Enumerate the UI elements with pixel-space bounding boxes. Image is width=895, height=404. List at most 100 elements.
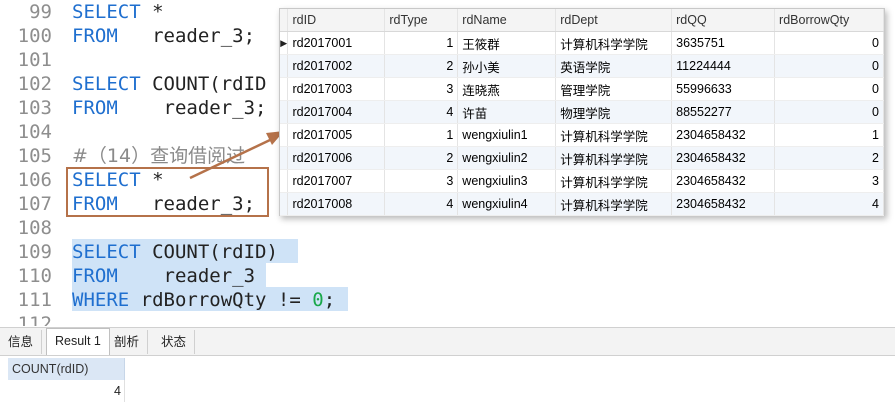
code-line: 110 FROM reader_3 (0, 264, 895, 288)
line-number: 107 (17, 193, 52, 215)
result-pane: COUNT(rdID) 4 (0, 356, 895, 404)
table-cell[interactable]: rd2017001 (287, 31, 386, 55)
table-row[interactable]: rd2017004 4 许苗 物理学院 88552277 0 (280, 100, 884, 124)
column-header[interactable]: rdType (384, 9, 459, 32)
table-cell[interactable]: 2 (774, 146, 884, 170)
row-indicator (280, 192, 289, 216)
line-number: 112 (17, 313, 52, 326)
line-number: 104 (17, 121, 52, 143)
tab-info[interactable]: 信息 (0, 330, 43, 354)
column-header[interactable]: rdBorrowQty (774, 9, 884, 32)
line-number: 101 (17, 49, 52, 71)
table-cell[interactable]: 3635751 (671, 31, 776, 55)
table-cell[interactable]: 物理学院 (555, 100, 673, 124)
table-cell[interactable]: 4 (774, 192, 884, 216)
code-line: 111 WHERE rdBorrowQty != 0; (0, 288, 895, 312)
row-indicator (280, 100, 289, 124)
table-cell[interactable]: wengxiulin2 (457, 146, 557, 170)
table-cell[interactable]: 计算机科学学院 (555, 31, 673, 55)
table-cell[interactable]: rd2017008 (287, 192, 386, 216)
table-cell[interactable]: wengxiulin3 (457, 169, 557, 193)
annotation-box (66, 167, 269, 217)
table-cell[interactable]: 3 (384, 77, 459, 101)
table-cell[interactable]: 88552277 (671, 100, 776, 124)
result-grid: rdID rdType rdName rdDept rdQQ rdBorrowQ… (280, 9, 884, 216)
table-cell[interactable]: 计算机科学学院 (555, 192, 673, 216)
column-header[interactable]: rdDept (555, 9, 673, 32)
code-line: 109 SELECT COUNT(rdID) (0, 240, 895, 264)
table-cell[interactable]: rd2017007 (287, 169, 386, 193)
line-number: 102 (17, 73, 52, 95)
table-cell[interactable]: rd2017006 (287, 146, 386, 170)
code-text: COUNT(rdID) (140, 241, 278, 263)
table-cell[interactable]: 2304658432 (671, 123, 776, 147)
table-row[interactable]: ▶ rd2017001 1 王筱群 计算机科学学院 3635751 0 (280, 31, 884, 55)
tab-status[interactable]: 状态 (153, 330, 196, 354)
table-row[interactable]: rd2017008 4 wengxiulin4 计算机科学学院 23046584… (280, 192, 884, 216)
tab-result-1[interactable]: Result 1 (46, 328, 110, 355)
column-header[interactable]: rdID (287, 9, 386, 32)
table-cell[interactable]: rd2017002 (287, 54, 386, 78)
table-cell[interactable]: rd2017004 (287, 100, 386, 124)
table-cell[interactable]: 2 (384, 54, 459, 78)
line-number: 111 (17, 289, 52, 311)
row-indicator (280, 77, 289, 101)
tab-profile[interactable]: 剖析 (106, 330, 149, 354)
table-cell[interactable]: 55996633 (671, 77, 776, 101)
table-cell[interactable]: 4 (384, 100, 459, 124)
table-cell[interactable]: 计算机科学学院 (555, 146, 673, 170)
result-tabs: 信息 Result 1 剖析 状态 (0, 327, 895, 356)
table-cell[interactable]: 1 (774, 123, 884, 147)
table-cell[interactable]: wengxiulin1 (457, 123, 557, 147)
column-header[interactable]: rdQQ (671, 9, 776, 32)
table-cell[interactable]: 计算机科学学院 (555, 169, 673, 193)
table-cell[interactable]: 王筱群 (457, 31, 557, 55)
table-cell[interactable]: 4 (384, 192, 459, 216)
table-cell[interactable]: 2304658432 (671, 169, 776, 193)
line-number: 110 (17, 265, 52, 287)
table-row[interactable]: 4 (8, 380, 125, 402)
table-cell[interactable]: 2304658432 (671, 192, 776, 216)
row-indicator (280, 169, 289, 193)
grid-header-row: rdID rdType rdName rdDept rdQQ rdBorrowQ… (280, 9, 884, 32)
line-number: 108 (17, 217, 52, 239)
table-cell[interactable]: 计算机科学学院 (555, 123, 673, 147)
table-row[interactable]: rd2017002 2 孙小美 英语学院 11224444 0 (280, 54, 884, 78)
table-cell[interactable]: wengxiulin4 (457, 192, 557, 216)
table-cell[interactable]: 3 (384, 169, 459, 193)
table-row[interactable]: rd2017003 3 连晓燕 管理学院 55996633 0 (280, 77, 884, 101)
table-cell[interactable]: 0 (774, 100, 884, 124)
keyword: FROM (72, 25, 118, 47)
code-text: reader_3; (163, 97, 267, 119)
column-header[interactable]: COUNT(rdID) (8, 358, 125, 380)
table-cell[interactable]: 英语学院 (555, 54, 673, 78)
table-cell[interactable]: 孙小美 (457, 54, 557, 78)
table-row[interactable]: rd2017006 2 wengxiulin2 计算机科学学院 23046584… (280, 146, 884, 170)
table-cell[interactable]: 11224444 (671, 54, 776, 78)
table-cell[interactable]: 4 (8, 380, 125, 402)
code-text: reader_3 (163, 265, 256, 287)
keyword: FROM (72, 97, 118, 119)
table-cell[interactable]: 0 (774, 77, 884, 101)
table-cell[interactable]: 1 (384, 31, 459, 55)
table-cell[interactable]: 0 (774, 54, 884, 78)
table-row[interactable]: rd2017005 1 wengxiulin1 计算机科学学院 23046584… (280, 123, 884, 147)
table-cell[interactable]: 0 (774, 31, 884, 55)
keyword: SELECT (72, 73, 141, 95)
table-cell[interactable]: 许苗 (457, 100, 557, 124)
table-cell[interactable]: rd2017003 (287, 77, 386, 101)
table-cell[interactable]: 2304658432 (671, 146, 776, 170)
code-line: 112 (0, 312, 895, 326)
result-popup: rdID rdType rdName rdDept rdQQ rdBorrowQ… (279, 8, 885, 216)
code-line: 108 (0, 216, 895, 240)
code-text: ; (323, 289, 336, 311)
table-cell[interactable]: 2 (384, 146, 459, 170)
table-cell[interactable]: 1 (384, 123, 459, 147)
table-row[interactable]: rd2017007 3 wengxiulin3 计算机科学学院 23046584… (280, 169, 884, 193)
table-cell[interactable]: rd2017005 (287, 123, 386, 147)
table-cell[interactable]: 连晓燕 (457, 77, 557, 101)
column-header[interactable]: rdName (457, 9, 557, 32)
table-cell[interactable]: 3 (774, 169, 884, 193)
line-number: 99 (29, 1, 52, 23)
table-cell[interactable]: 管理学院 (555, 77, 673, 101)
